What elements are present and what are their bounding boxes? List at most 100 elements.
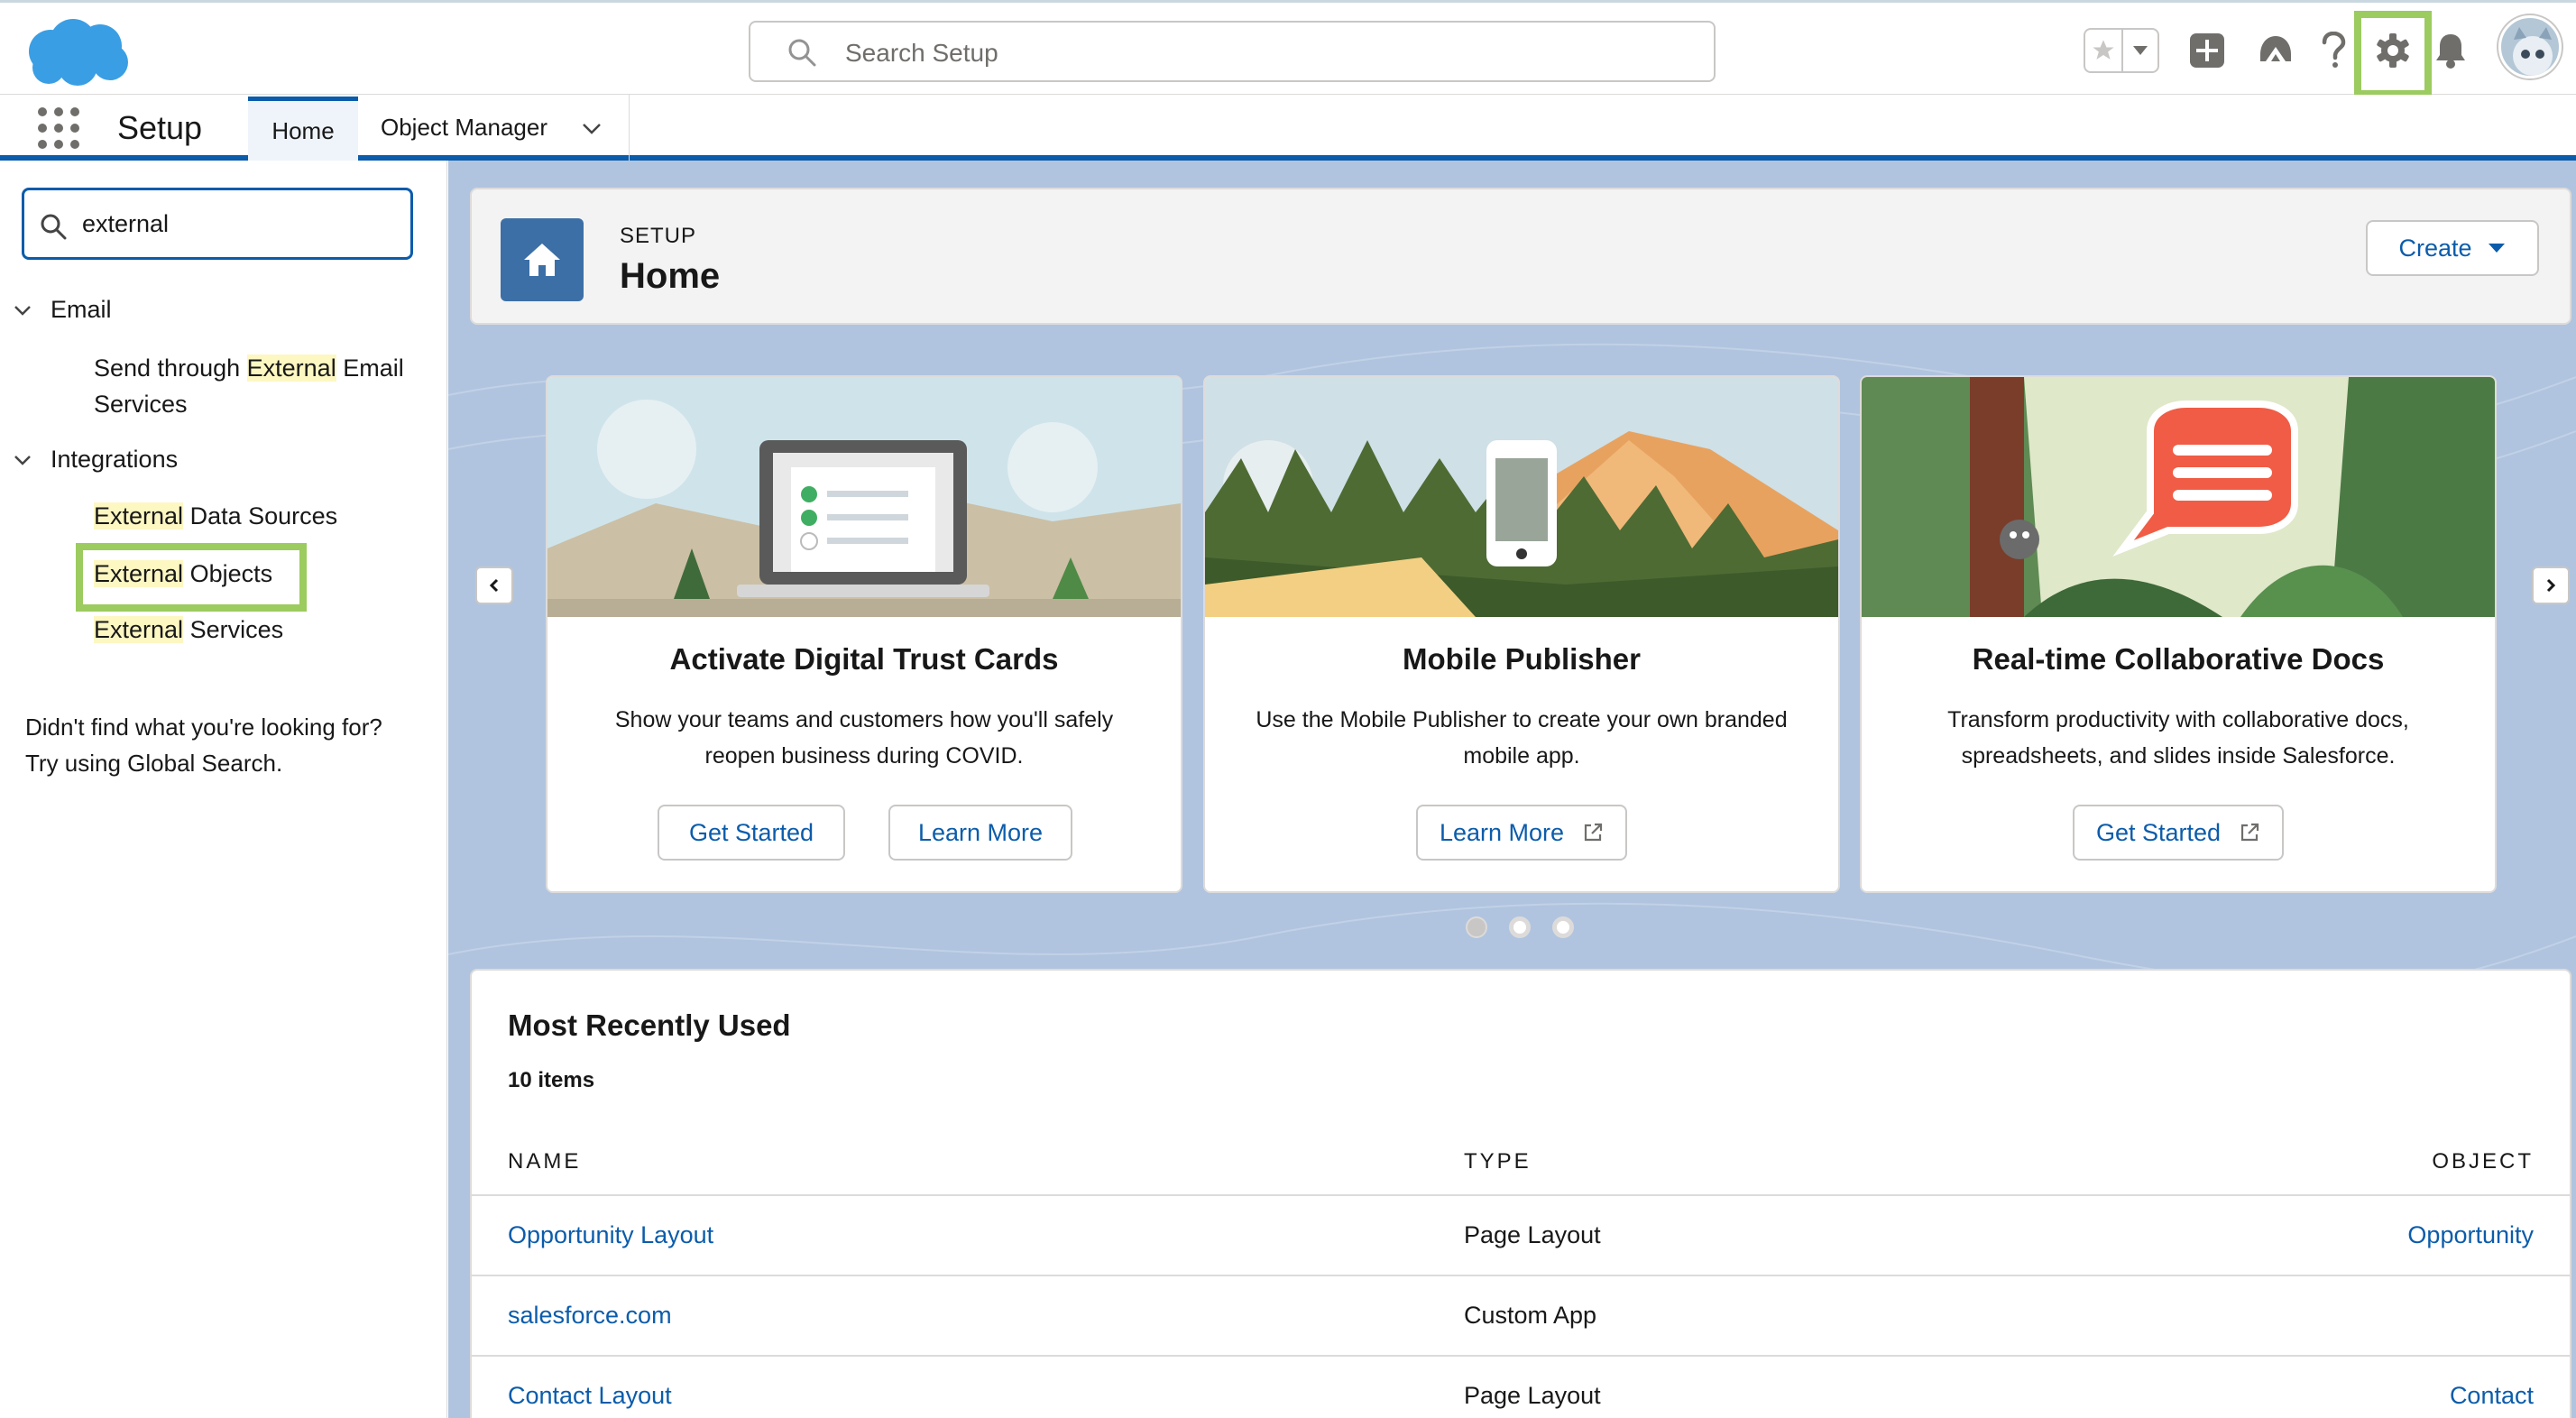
- external-objects-highlight-box: [76, 543, 307, 612]
- page-title: Home: [620, 256, 721, 296]
- global-header: Search Setup: [0, 0, 2576, 97]
- mobile-publisher-illustration: [1205, 377, 1838, 617]
- learn-more-button[interactable]: Learn More: [888, 805, 1072, 861]
- column-header-object[interactable]: OBJECT: [2432, 1149, 2534, 1174]
- chevron-right-icon: [2546, 578, 2556, 593]
- app-name: Setup: [117, 109, 203, 146]
- row-name-link[interactable]: salesforce.com: [508, 1302, 672, 1330]
- card-title: Mobile Publisher: [1402, 642, 1642, 676]
- not-found-hint: Didn't find what you're looking for? Try…: [25, 709, 422, 781]
- card-title: Real-time Collaborative Docs: [1972, 642, 2385, 676]
- row-object-link[interactable]: Opportunity: [2407, 1221, 2534, 1249]
- setup-sidebar: external Email Send through External Ema…: [0, 161, 447, 1418]
- card-desc-line: Use the Mobile Publisher to create your …: [1256, 707, 1788, 732]
- global-search-input[interactable]: Search Setup: [749, 21, 1716, 82]
- row-object-link[interactable]: Contact: [2450, 1382, 2534, 1410]
- avatar[interactable]: [2498, 15, 2562, 78]
- column-header-name[interactable]: NAME: [508, 1149, 581, 1174]
- row-type: Page Layout: [1464, 1382, 1601, 1409]
- row-name-link[interactable]: Contact Layout: [508, 1382, 672, 1410]
- learn-more-external-button[interactable]: Learn More: [1416, 805, 1627, 861]
- item-text: Send through: [94, 354, 247, 382]
- tab-object-manager-label: Object Manager: [381, 114, 547, 141]
- carousel-dot[interactable]: [1552, 916, 1574, 938]
- get-started-button[interactable]: Get Started: [658, 805, 845, 861]
- search-match: External: [94, 616, 184, 643]
- column-header-type[interactable]: TYPE: [1464, 1149, 1532, 1174]
- row-type: Custom App: [1464, 1302, 1597, 1329]
- page-eyebrow: SETUP: [620, 224, 697, 248]
- tree-item-external-data-sources[interactable]: External Data Sources: [94, 498, 337, 534]
- context-bar: Setup Home Object Manager: [0, 95, 2576, 161]
- card-desc-line: reopen business during COVID.: [704, 743, 1024, 769]
- cloud-logo[interactable]: [23, 15, 132, 87]
- card-title: Activate Digital Trust Cards: [669, 642, 1059, 676]
- card-desc-line: mobile app.: [1463, 743, 1580, 769]
- page-header: SETUP Home Create: [470, 188, 2571, 325]
- carousel-next-button[interactable]: [2532, 566, 2570, 604]
- external-link-icon: [2240, 823, 2259, 842]
- help-icon[interactable]: [2309, 26, 2358, 75]
- table-row: Contact Layout Page Layout Contact: [472, 1357, 2570, 1418]
- app-launcher-icon[interactable]: [38, 107, 79, 149]
- not-found-line: Didn't find what you're looking for?: [25, 714, 382, 741]
- create-button[interactable]: Create: [2366, 220, 2539, 276]
- create-label: Create: [2398, 234, 2472, 262]
- home-icon: [501, 218, 584, 301]
- tab-object-manager[interactable]: Object Manager: [359, 95, 630, 161]
- chevron-down-icon[interactable]: [13, 450, 32, 470]
- card-description: Use the Mobile Publisher to create your …: [1241, 702, 1802, 774]
- search-placeholder: Search Setup: [845, 39, 998, 67]
- item-text: Services: [183, 616, 284, 643]
- get-started-external-button[interactable]: Get Started: [2073, 805, 2284, 861]
- external-link-icon: [1584, 823, 1603, 842]
- row-name-link[interactable]: Opportunity Layout: [508, 1221, 713, 1249]
- carousel-prev-button[interactable]: [475, 566, 513, 604]
- add-icon[interactable]: [2183, 26, 2231, 75]
- table-row: salesforce.com Custom App: [472, 1276, 2570, 1357]
- most-recently-used-card: Most Recently Used 10 items NAME TYPE OB…: [470, 969, 2571, 1418]
- card-desc-line: Show your teams and customers how you'll…: [614, 707, 1114, 732]
- digital-trust-illustration: [547, 377, 1181, 617]
- button-label: Get Started: [2095, 818, 2222, 846]
- carousel-dot-active[interactable]: [1509, 916, 1531, 938]
- card-desc-line: Transform productivity with collaborativ…: [1947, 707, 2409, 732]
- quick-find-value: external: [82, 210, 170, 237]
- tree-node-email[interactable]: Email: [13, 296, 112, 324]
- chevron-down-icon[interactable]: [13, 300, 32, 320]
- search-match: External: [246, 354, 336, 382]
- table-row: Opportunity Layout Page Layout Opportuni…: [472, 1196, 2570, 1276]
- card-description: Transform productivity with collaborativ…: [1898, 702, 2459, 774]
- gear-highlight-box: [2354, 11, 2432, 97]
- search-match: External: [94, 502, 184, 529]
- bell-icon[interactable]: [2426, 26, 2475, 75]
- quick-find-input[interactable]: external: [22, 188, 413, 260]
- card-desc-line: spreadsheets, and slides inside Salesfor…: [1961, 743, 2396, 769]
- collaborative-docs-illustration: [1862, 377, 2495, 617]
- global-search-hint: Try using Global Search.: [25, 750, 283, 777]
- favorites-dropdown-icon[interactable]: [2121, 30, 2157, 71]
- favorites-button-group[interactable]: [2084, 28, 2159, 73]
- favorites-star-icon[interactable]: [2085, 30, 2121, 71]
- mru-count: 10 items: [508, 1068, 595, 1092]
- card-description: Show your teams and customers how you'll…: [584, 702, 1145, 774]
- card-collaborative-docs: Real-time Collaborative Docs Transform p…: [1860, 375, 2497, 893]
- tree-node-integrations[interactable]: Integrations: [13, 446, 178, 474]
- tree-node-label: Email: [51, 296, 112, 323]
- mru-title: Most Recently Used: [508, 1008, 791, 1042]
- trailhead-icon[interactable]: [2251, 26, 2300, 75]
- carousel-dot[interactable]: [1466, 916, 1487, 938]
- chevron-left-icon: [489, 578, 499, 593]
- caret-down-icon: [2488, 244, 2505, 253]
- main-content: SETUP Home Create Activate Digital Trust…: [448, 161, 2576, 1418]
- item-text: Data Sources: [183, 502, 338, 529]
- chevron-down-icon[interactable]: [580, 116, 603, 140]
- tree-item-send-through-external-email[interactable]: Send through External Email Services: [94, 350, 446, 422]
- tab-home[interactable]: Home: [248, 97, 358, 161]
- search-icon: [41, 214, 67, 240]
- card-mobile-publisher: Mobile Publisher Use the Mobile Publishe…: [1203, 375, 1840, 893]
- search-icon: [788, 39, 816, 67]
- row-type: Page Layout: [1464, 1221, 1601, 1248]
- button-label: Learn More: [1439, 818, 1565, 846]
- tree-item-external-services[interactable]: External Services: [94, 612, 283, 648]
